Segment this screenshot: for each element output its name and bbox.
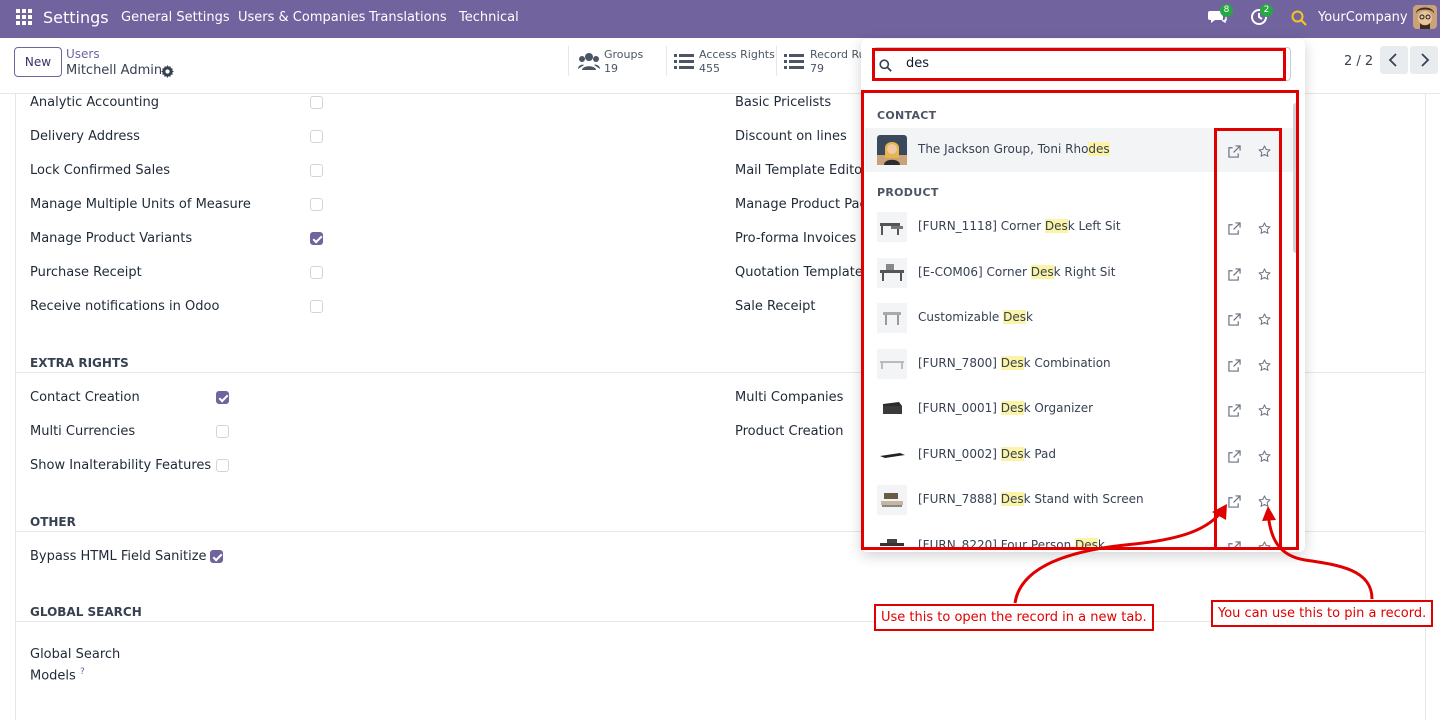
annotation-open-record-note: Use this to open the record in a new tab… — [874, 604, 1154, 631]
annotation-pin-record-note: You can use this to pin a record. — [1211, 600, 1434, 627]
